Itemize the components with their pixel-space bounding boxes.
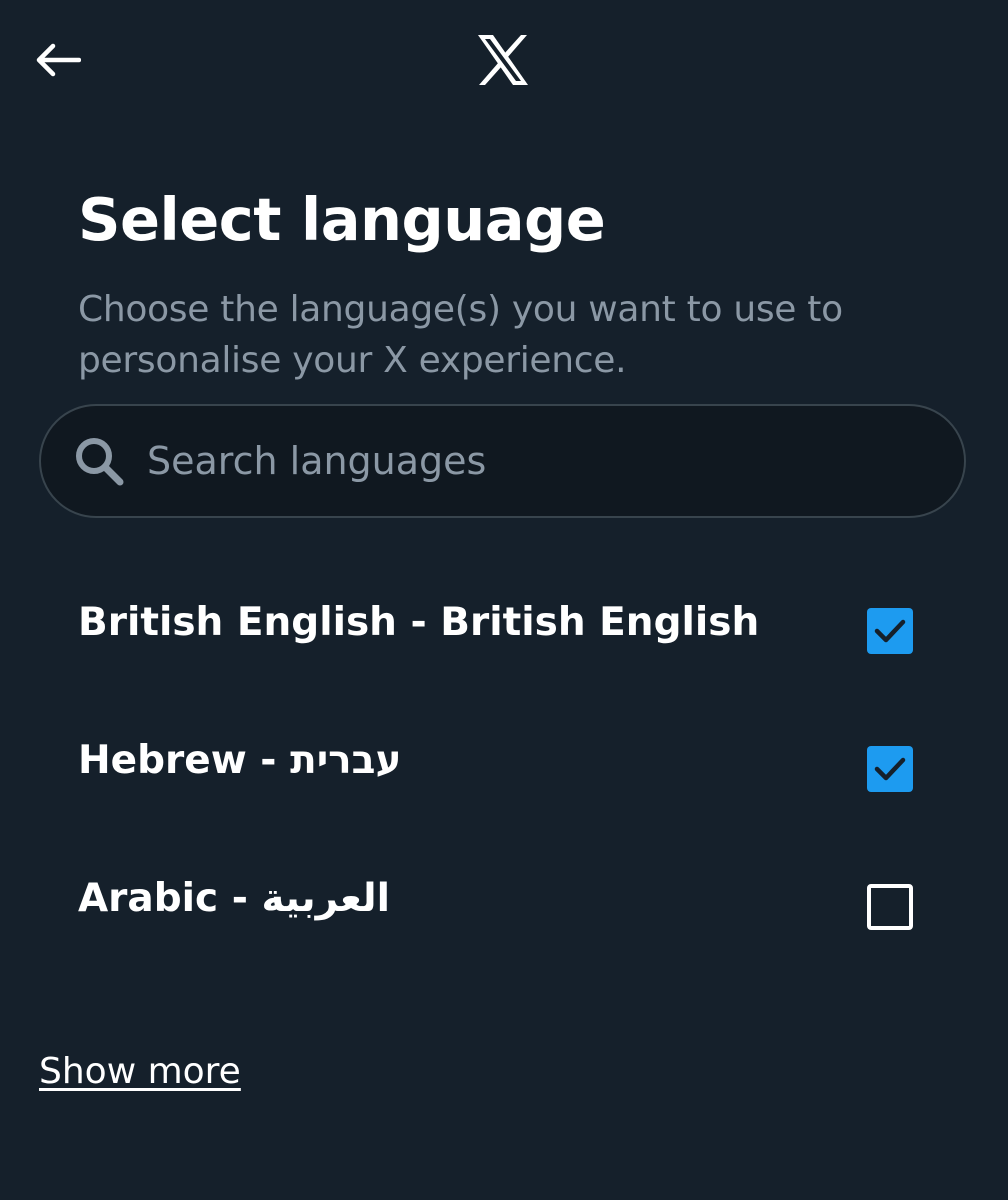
language-label: Hebrew - עברית: [78, 738, 402, 783]
search-input[interactable]: [147, 431, 907, 491]
language-item-arabic[interactable]: Arabic - العربية: [0, 832, 1008, 970]
language-label: British English - British English: [78, 600, 760, 645]
page-title: Select language: [78, 185, 606, 254]
x-logo-icon: [476, 34, 530, 86]
checkmark-icon: [874, 757, 906, 781]
arrow-left-icon: [35, 43, 81, 77]
show-more-link[interactable]: Show more: [39, 1048, 241, 1096]
language-item-hebrew[interactable]: Hebrew - עברית: [0, 694, 1008, 832]
language-checkbox[interactable]: [867, 884, 913, 930]
language-item-british-english[interactable]: British English - British English: [0, 556, 1008, 694]
language-checkbox[interactable]: [867, 746, 913, 792]
search-icon: [71, 433, 127, 489]
language-label: Arabic - العربية: [78, 876, 390, 921]
search-bar[interactable]: [39, 404, 966, 518]
language-list: British English - British English Hebrew…: [0, 556, 1008, 970]
back-button[interactable]: [28, 32, 88, 88]
language-checkbox[interactable]: [867, 608, 913, 654]
checkmark-icon: [874, 619, 906, 643]
page-subtitle: Choose the language(s) you want to use t…: [78, 289, 843, 381]
